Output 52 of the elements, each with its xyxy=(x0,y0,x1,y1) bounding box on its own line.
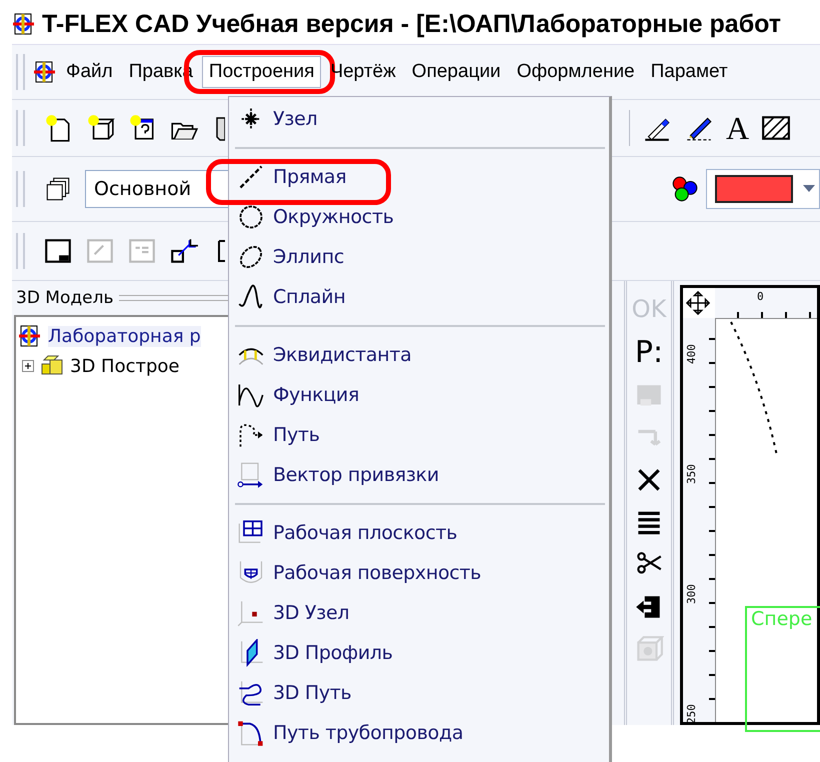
app-logo-icon xyxy=(12,12,36,36)
menu-option[interactable]: Путь xyxy=(229,415,609,455)
ruler-label: 0 xyxy=(757,290,764,303)
text-tool-letter[interactable]: A xyxy=(726,110,750,146)
menu-option[interactable]: Рабочая поверхность xyxy=(229,553,609,593)
menu-item[interactable]: Оформление xyxy=(510,56,642,88)
ellipse-icon xyxy=(237,243,265,271)
menu-option[interactable]: 3D Путь xyxy=(229,673,609,713)
window-title: T-FLEX CAD Учебная версия - [E:\ОАП\Лабораторные работ xyxy=(42,10,782,38)
menu-option[interactable]: Рабочая плоскость xyxy=(229,513,609,553)
menu-option[interactable]: Узел xyxy=(229,99,609,139)
menu-option[interactable]: Эквидистанта xyxy=(229,335,609,375)
toolbar-grip[interactable] xyxy=(16,171,25,207)
color-palette-icon[interactable] xyxy=(670,174,700,204)
frame-label: Спере xyxy=(750,608,812,630)
menu-item[interactable]: Операции xyxy=(404,56,508,88)
move-icon[interactable] xyxy=(685,290,711,316)
menu-option[interactable]: 3D Профиль xyxy=(229,633,609,673)
circle-icon xyxy=(237,203,265,231)
document-icon xyxy=(18,324,42,348)
menu-option[interactable]: 3D Узел xyxy=(229,593,609,633)
panel-title: 3D Модель xyxy=(16,288,114,308)
pipe-path-icon xyxy=(237,719,265,747)
tree-item[interactable]: 3D Построе xyxy=(70,356,180,376)
vector-icon xyxy=(237,461,265,489)
sheet-icon[interactable] xyxy=(43,236,73,266)
color-combo[interactable] xyxy=(706,169,820,209)
spline-icon xyxy=(237,283,265,311)
line-icon xyxy=(237,163,265,191)
path-icon xyxy=(237,421,265,449)
toolbar-grip[interactable] xyxy=(16,110,25,146)
hatch-icon[interactable] xyxy=(761,113,792,143)
menu-option[interactable]: Путь трубопровода xyxy=(229,713,609,753)
ruler-label: 350 xyxy=(685,464,698,484)
tree-item[interactable]: Лабораторная р xyxy=(48,326,201,346)
menu-item[interactable]: Файл xyxy=(59,56,120,88)
menu-item[interactable]: Построения xyxy=(202,56,322,88)
dimension-icon[interactable] xyxy=(169,236,199,266)
path-3d-icon xyxy=(237,679,265,707)
dropdown-caret-icon xyxy=(802,185,815,193)
ruler-label: 300 xyxy=(685,584,698,604)
point-3d-icon xyxy=(237,599,265,627)
document-icon[interactable] xyxy=(33,60,57,84)
menu-option[interactable]: Вектор привязки xyxy=(229,455,609,495)
menu-option[interactable]: Функция xyxy=(229,375,609,415)
expand-toggle-icon[interactable] xyxy=(22,360,34,372)
menu-option[interactable]: Сплайн xyxy=(229,277,609,317)
command-button[interactable]: P: xyxy=(634,335,664,370)
ruler-label: 400 xyxy=(685,344,698,364)
toolbar-grip[interactable] xyxy=(16,233,25,269)
toolbar-grip[interactable] xyxy=(16,54,25,90)
menu-item[interactable]: Парамет xyxy=(644,56,735,88)
